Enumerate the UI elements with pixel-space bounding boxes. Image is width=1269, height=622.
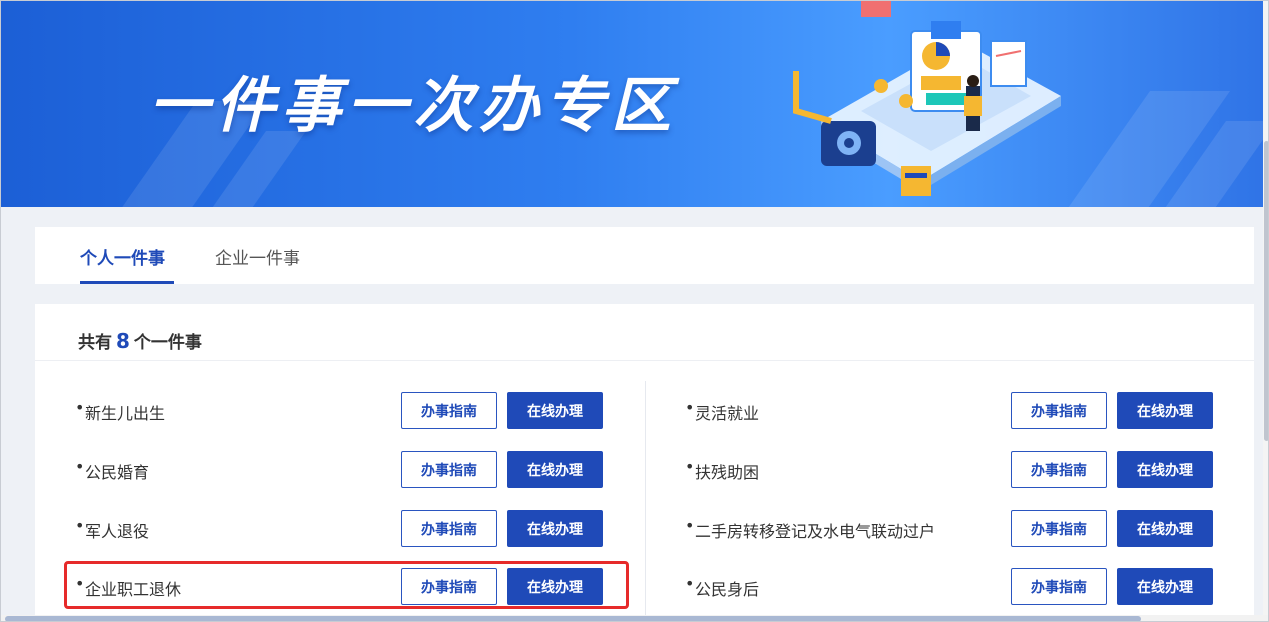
item-name: 二手房转移登记及水电气联动过户 — [695, 522, 936, 541]
horizontal-scrollbar[interactable] — [1, 615, 1268, 621]
item-name: 军人退役 — [85, 522, 150, 541]
list-item: • 灵活就业 办事指南 在线办理 — [685, 392, 1215, 430]
online-button[interactable]: 在线办理 — [1117, 392, 1213, 429]
bullet-icon: • — [75, 516, 85, 535]
bullet-icon: • — [75, 457, 85, 476]
online-button[interactable]: 在线办理 — [507, 392, 603, 429]
item-name: 扶残助困 — [695, 463, 760, 482]
banner-title: 一件事一次办专区 — [149, 71, 677, 141]
tab-bar: 个人一件事 企业一件事 — [35, 227, 1254, 284]
vertical-scrollbar[interactable] — [1263, 1, 1268, 615]
item-name: 公民婚育 — [85, 463, 150, 482]
count-suffix: 个一件事 — [133, 333, 202, 353]
item-name: 公民身后 — [695, 580, 760, 599]
online-button[interactable]: 在线办理 — [507, 451, 603, 488]
item-count: 共有 8 个一件事 — [78, 328, 202, 353]
tab-personal[interactable]: 个人一件事 — [80, 244, 165, 269]
bullet-icon: • — [685, 457, 695, 476]
list-item: • 二手房转移登记及水电气联动过户 办事指南 在线办理 — [685, 510, 1215, 548]
guide-button[interactable]: 办事指南 — [401, 510, 497, 547]
item-name: 新生儿出生 — [85, 404, 166, 423]
bullet-icon: • — [75, 398, 85, 417]
divider — [35, 360, 1254, 361]
guide-button[interactable]: 办事指南 — [1011, 568, 1107, 605]
bullet-icon: • — [685, 574, 695, 593]
guide-button[interactable]: 办事指南 — [1011, 392, 1107, 429]
online-button[interactable]: 在线办理 — [1117, 451, 1213, 488]
column-divider — [645, 381, 646, 621]
isometric-illustration — [793, 1, 1061, 196]
active-tab-underline — [80, 281, 174, 284]
list-item: • 新生儿出生 办事指南 在线办理 — [75, 392, 605, 430]
list-item: • 公民婚育 办事指南 在线办理 — [75, 451, 605, 489]
guide-button[interactable]: 办事指南 — [1011, 451, 1107, 488]
scrollbar-thumb[interactable] — [1264, 141, 1268, 441]
item-name: 灵活就业 — [695, 404, 760, 423]
count-number: 8 — [116, 329, 130, 353]
bullet-icon: • — [685, 398, 695, 417]
guide-button[interactable]: 办事指南 — [1011, 510, 1107, 547]
count-prefix: 共有 — [78, 333, 112, 353]
guide-button[interactable]: 办事指南 — [401, 451, 497, 488]
list-item: • 军人退役 办事指南 在线办理 — [75, 510, 605, 548]
guide-button[interactable]: 办事指南 — [401, 392, 497, 429]
highlight-box — [64, 561, 629, 609]
online-button[interactable]: 在线办理 — [1117, 510, 1213, 547]
tab-enterprise[interactable]: 企业一件事 — [215, 244, 300, 269]
online-button[interactable]: 在线办理 — [1117, 568, 1213, 605]
bullet-icon: • — [685, 516, 695, 535]
online-button[interactable]: 在线办理 — [507, 510, 603, 547]
list-item: • 扶残助困 办事指南 在线办理 — [685, 451, 1215, 489]
page: 一件事一次办专区 个人一件事 企业一件事 共有 8 个一件事 • 新生儿出生 办… — [0, 0, 1269, 622]
scrollbar-thumb[interactable] — [5, 616, 1141, 621]
hero-banner: 一件事一次办专区 — [1, 1, 1268, 207]
list-item: • 公民身后 办事指南 在线办理 — [685, 568, 1215, 606]
